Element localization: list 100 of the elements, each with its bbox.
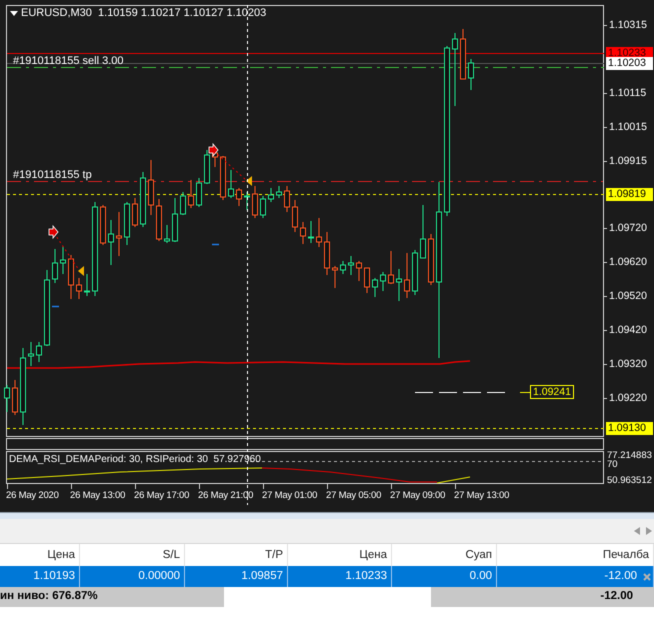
time-label: 27 May 13:00 (454, 489, 510, 502)
time-tick (7, 484, 8, 490)
candle (316, 218, 322, 248)
candle (188, 180, 194, 208)
indicator-axis-label: 77.214883 (607, 449, 652, 461)
candle (380, 272, 386, 292)
candle (404, 252, 410, 298)
total-profit: -12.00 (599, 589, 634, 604)
price-tag: 1.09819 (606, 188, 653, 201)
time-tick (263, 484, 264, 490)
candle (348, 256, 354, 276)
candle (132, 198, 138, 228)
candle (460, 28, 466, 80)
candle (180, 192, 186, 216)
price-label: 1.09420 (609, 324, 647, 337)
table-row[interactable]: 1.10193 0.00000 1.09857 1.10233 0.00 -12.00 (0, 566, 654, 587)
candle (236, 188, 242, 206)
candle (100, 204, 106, 246)
candle (84, 274, 90, 296)
time-label: 26 May 2020 (6, 489, 59, 502)
order-label: #1910118155 sell 3.00 (13, 55, 124, 68)
time-tick (71, 484, 72, 490)
candle (204, 150, 210, 184)
candle (428, 234, 434, 286)
candle (276, 186, 282, 198)
scroll-left-icon[interactable] (634, 527, 640, 535)
indicator-axis-label: 50.963512 (607, 474, 652, 487)
time-label: 27 May 01:00 (262, 489, 318, 502)
price-tick (604, 364, 608, 365)
price-label: 1.09320 (609, 358, 647, 371)
candle (148, 160, 154, 216)
price-label: 1.09720 (609, 222, 647, 235)
margin-level-text: ин ниво: 676.87% (0, 589, 99, 604)
time-label: 27 May 09:00 (390, 489, 446, 502)
candle (412, 250, 418, 296)
time-tick (455, 484, 456, 490)
price-tag: 1.09241 (530, 385, 574, 399)
time-label: 26 May 21:00 (198, 489, 254, 502)
candle (292, 200, 298, 232)
candle (356, 260, 362, 282)
candle (52, 248, 58, 284)
candle (108, 220, 114, 266)
triangle-marker-icon (78, 266, 84, 276)
tag-leader-line (520, 392, 530, 393)
indicator-axis-label: 70 (607, 458, 618, 471)
candle (60, 246, 66, 274)
candle (340, 260, 346, 274)
order-label: #1910118155 tp (13, 169, 92, 182)
price-label: 1.09620 (609, 256, 647, 269)
time-label: 27 May 05:00 (326, 489, 382, 502)
time-tick (391, 484, 392, 490)
dash-marker (52, 306, 59, 308)
candle (284, 186, 290, 212)
scroll-right-icon[interactable] (646, 527, 652, 535)
candle (12, 380, 18, 416)
price-tag: 1.09130 (606, 422, 653, 435)
dropdown-icon[interactable] (10, 11, 18, 16)
triangle-marker-icon (246, 176, 252, 186)
price-tick (604, 25, 608, 26)
candle (308, 220, 314, 244)
candle (116, 212, 122, 256)
candle (68, 254, 74, 300)
price-tick (604, 330, 608, 331)
candle (372, 278, 378, 298)
arrow-marker-icon (48, 224, 59, 240)
candle (228, 170, 234, 198)
price-tick (604, 228, 608, 229)
candle (76, 278, 82, 300)
candle (388, 250, 394, 284)
price-label: 1.10015 (609, 121, 647, 134)
indicator-label: DEMA_RSI_DEMAPeriod: 30, RSIPeriod: 30 57.927960 (9, 453, 261, 466)
candle (268, 188, 274, 202)
candle (196, 178, 202, 208)
price-tick (604, 161, 608, 162)
candle (300, 222, 306, 244)
price-tick (604, 296, 608, 297)
candle (4, 384, 10, 412)
candle (420, 204, 426, 258)
candle (28, 342, 34, 366)
time-label: 26 May 13:00 (70, 489, 126, 502)
candle (252, 186, 258, 218)
candle (260, 196, 266, 218)
candle (124, 202, 130, 246)
symbol-header: EURUSD,M30 1.10159 1.10217 1.10127 1.10203 (21, 7, 266, 20)
price-label: 1.09220 (609, 392, 647, 405)
price-tag: 1.10203 (606, 57, 653, 70)
candle (36, 342, 42, 362)
candle (164, 224, 170, 244)
close-icon[interactable] (643, 572, 651, 580)
candle (156, 198, 162, 242)
dash-marker (212, 244, 219, 246)
candle (220, 156, 226, 200)
candle (244, 192, 250, 210)
table-cell-text: -12.00 (604, 569, 637, 584)
price-tick (604, 262, 608, 263)
candle (468, 58, 474, 90)
price-label: 1.10315 (609, 19, 647, 32)
price-label: 1.09520 (609, 290, 647, 303)
candle (140, 172, 146, 228)
time-tick (327, 484, 328, 490)
